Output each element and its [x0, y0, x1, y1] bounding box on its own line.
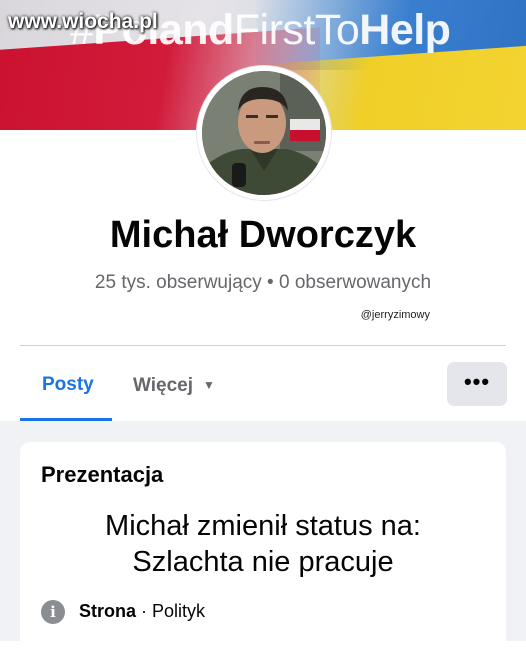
intro-card: Prezentacja Michał zmienił status na: Sz… — [20, 442, 506, 652]
status-line-1: Michał zmienił status na: — [105, 510, 421, 542]
caret-down-icon: ▼ — [203, 378, 215, 392]
avatar-photo — [202, 71, 326, 195]
profile-name: Michał Dworczyk — [109, 214, 417, 256]
tab-more-label: Więcej — [133, 375, 194, 396]
tab-posts[interactable]: Posty — [42, 365, 94, 405]
profile-avatar[interactable] — [197, 66, 331, 200]
watermark: www.wiocha.pl — [8, 10, 158, 33]
card-title: Prezentacja — [41, 462, 164, 487]
hashtag-word-help: Help — [359, 6, 451, 54]
avatar-portrait-image — [202, 71, 326, 195]
info-separator: · — [136, 601, 153, 621]
page-category[interactable]: Polityk — [152, 601, 205, 621]
followers-count[interactable]: 25 tys. obserwujący • 0 obserwowanych — [0, 272, 526, 294]
tab-more[interactable]: Więcej ▼ — [133, 365, 215, 405]
info-icon: i — [41, 600, 65, 625]
page-info-row: i Strona · Polityk — [41, 598, 205, 625]
hashtag-word-firstto: FirstTo — [233, 6, 360, 54]
author-credit: @jerryzimowy — [360, 309, 430, 321]
status-text: Michał zmienił status na: Szlachta nie p… — [20, 508, 506, 580]
page-type: Strona — [79, 601, 137, 621]
more-options-button[interactable]: ••• — [447, 362, 507, 406]
status-line-2: Szlachta nie pracuje — [132, 546, 394, 578]
header-divider — [20, 345, 506, 346]
